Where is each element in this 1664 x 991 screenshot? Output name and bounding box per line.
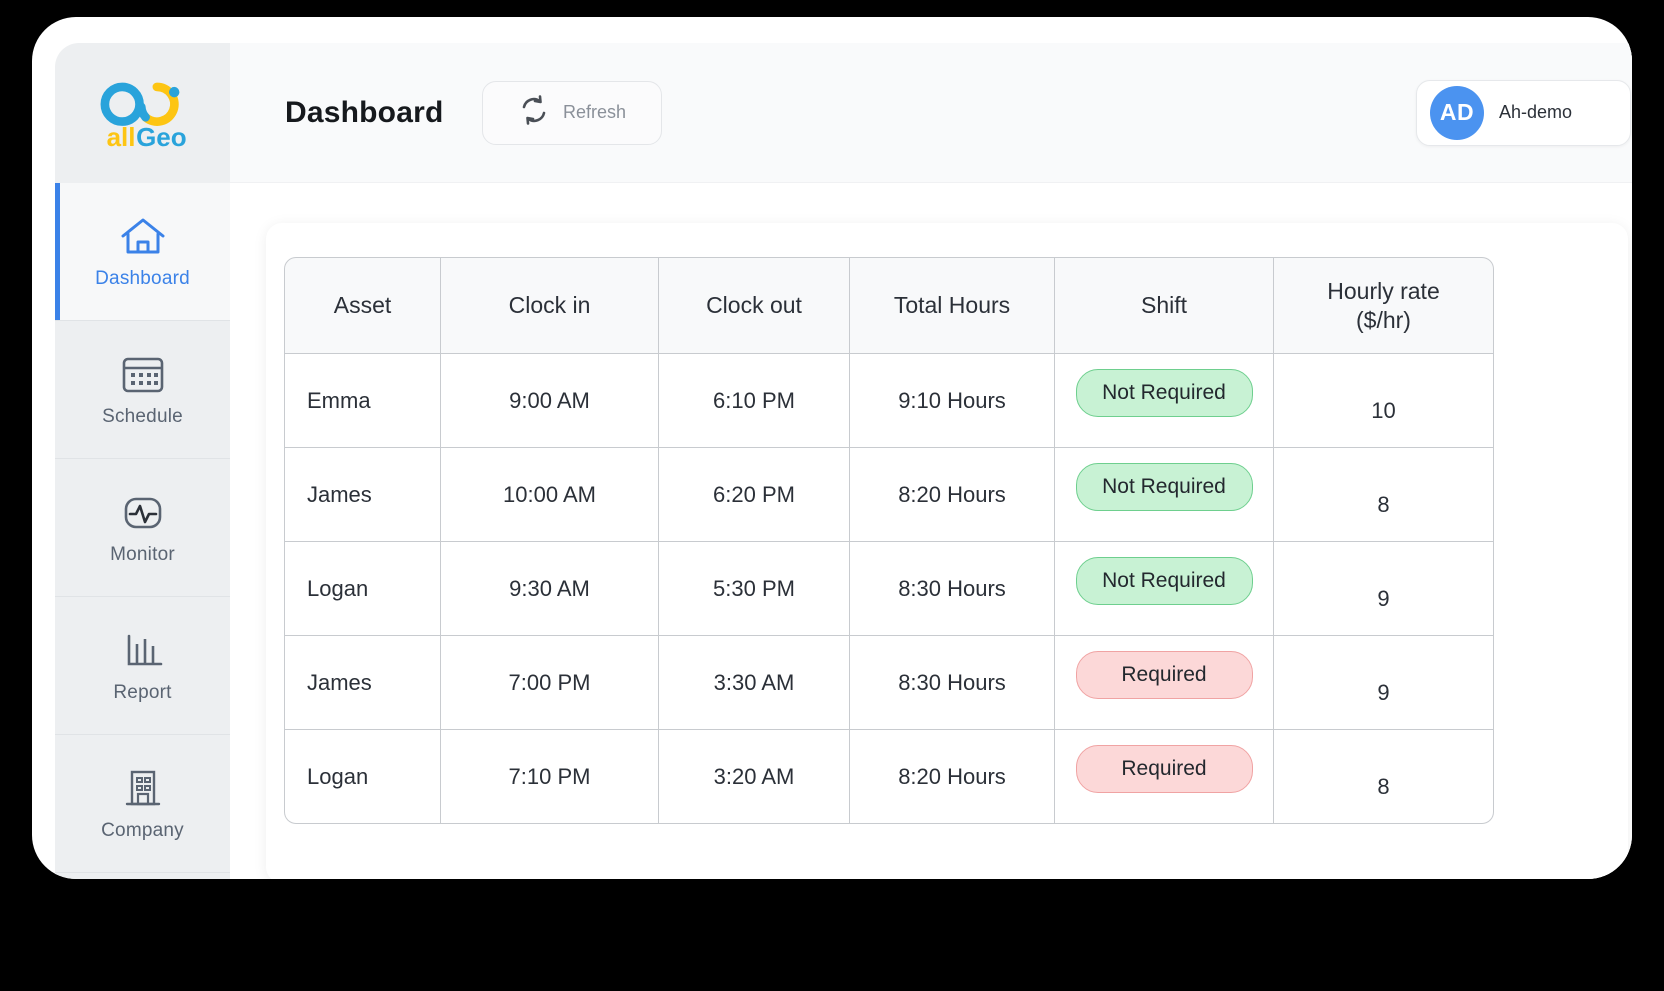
cell-clock-out: 6:20 PM <box>659 448 850 542</box>
hourly-rate-value: 8 <box>1377 773 1390 799</box>
hourly-rate-value: 8 <box>1377 491 1390 517</box>
refresh-button[interactable]: Refresh <box>481 80 662 145</box>
content-area: Asset Clock in Clock out Total Hours Shi… <box>230 183 1632 879</box>
sidebar-item-monitor[interactable]: Monitor <box>55 459 230 597</box>
timesheet-card: Asset Clock in Clock out Total Hours Shi… <box>266 223 1628 879</box>
cell-clock-in: 10:00 AM <box>441 448 659 542</box>
column-header-hourly-rate[interactable]: Hourly rate ($/hr) <box>1274 257 1494 354</box>
sidebar: all Geo Dashboard Schedule Monitor Repor… <box>55 43 230 879</box>
cell-clock-in: 7:00 PM <box>441 636 659 730</box>
cell-clock-out: 3:20 AM <box>659 730 850 824</box>
status-badge: Not Required <box>1075 368 1253 417</box>
page-title: Dashboard <box>285 95 444 129</box>
screen-root: all Geo Dashboard Schedule Monitor Repor… <box>0 0 1664 991</box>
sidebar-item-schedule[interactable]: Schedule <box>55 321 230 459</box>
hourly-rate-value: 9 <box>1377 585 1390 611</box>
hourly-rate-line2: ($/hr) <box>1356 306 1411 333</box>
cell-clock-in: 9:30 AM <box>441 542 659 636</box>
cell-clock-in: 9:00 AM <box>441 354 659 448</box>
avatar: AD <box>1430 85 1484 140</box>
table-row: James 10:00 AM 6:20 PM 8:20 Hours Not Re… <box>284 448 1494 542</box>
status-badge: Required <box>1075 744 1253 793</box>
column-header-clock-in[interactable]: Clock in <box>441 257 659 354</box>
cell-shift: Not Required <box>1055 448 1274 542</box>
refresh-button-label: Refresh <box>562 102 627 122</box>
cell-hourly-rate: 9 <box>1274 636 1494 730</box>
table-row: Logan 7:10 PM 3:20 AM 8:20 Hours Require… <box>284 730 1494 824</box>
timesheet-table: Asset Clock in Clock out Total Hours Shi… <box>284 257 1494 824</box>
sidebar-item-label: Report <box>113 682 172 703</box>
cell-asset: James <box>284 636 441 730</box>
hourly-rate-value: 9 <box>1377 679 1390 705</box>
column-header-shift[interactable]: Shift <box>1055 257 1274 354</box>
status-badge: Not Required <box>1075 556 1253 605</box>
table-row: James 7:00 PM 3:30 AM 8:30 Hours Require… <box>284 636 1494 730</box>
cell-clock-out: 6:10 PM <box>659 354 850 448</box>
table-header: Asset Clock in Clock out Total Hours Shi… <box>284 257 1494 354</box>
sidebar-item-dashboard[interactable]: Dashboard <box>55 183 230 321</box>
cell-total-hours: 9:10 Hours <box>850 354 1055 448</box>
cell-total-hours: 8:30 Hours <box>850 542 1055 636</box>
sidebar-item-label: Schedule <box>102 406 183 427</box>
sidebar-item-label: Company <box>101 820 184 841</box>
sidebar-item-label: Monitor <box>110 544 175 565</box>
column-header-clock-out[interactable]: Clock out <box>659 257 850 354</box>
calendar-icon <box>120 351 166 399</box>
status-badge: Required <box>1075 650 1253 699</box>
svg-text:Geo: Geo <box>136 122 187 151</box>
app-window: all Geo Dashboard Schedule Monitor Repor… <box>32 17 1632 879</box>
cell-clock-in: 7:10 PM <box>441 730 659 824</box>
allgeo-logo-icon: all Geo <box>100 83 187 152</box>
cell-asset: Emma <box>284 354 441 448</box>
main-area: Dashboard Refresh AD Ah-demo Asset Clock… <box>230 43 1632 879</box>
user-name: Ah-demo <box>1499 102 1573 122</box>
activity-pulse-icon <box>119 489 167 537</box>
cell-hourly-rate: 8 <box>1274 448 1494 542</box>
user-menu[interactable]: AD Ah-demo <box>1416 79 1631 146</box>
top-bar: Dashboard Refresh AD Ah-demo <box>230 43 1632 183</box>
sidebar-item-company[interactable]: Company <box>55 735 230 873</box>
cell-hourly-rate: 10 <box>1274 354 1494 448</box>
cell-clock-out: 3:30 AM <box>659 636 850 730</box>
svg-text:all: all <box>106 122 135 151</box>
hourly-rate-value: 10 <box>1371 397 1396 423</box>
sidebar-item-label: Dashboard <box>95 268 190 289</box>
table-row: Logan 9:30 AM 5:30 PM 8:30 Hours Not Req… <box>284 542 1494 636</box>
brand-logo[interactable]: all Geo <box>55 43 230 183</box>
cell-total-hours: 8:20 Hours <box>850 730 1055 824</box>
table-body: Emma 9:00 AM 6:10 PM 9:10 Hours Not Requ… <box>284 354 1494 824</box>
cell-asset: James <box>284 448 441 542</box>
column-header-total-hours[interactable]: Total Hours <box>850 257 1055 354</box>
home-icon <box>119 213 167 261</box>
column-header-asset[interactable]: Asset <box>284 257 441 354</box>
cell-hourly-rate: 9 <box>1274 542 1494 636</box>
building-icon <box>120 765 166 813</box>
cell-shift: Not Required <box>1055 354 1274 448</box>
table-row: Emma 9:00 AM 6:10 PM 9:10 Hours Not Requ… <box>284 354 1494 448</box>
cell-hourly-rate: 8 <box>1274 730 1494 824</box>
cell-total-hours: 8:20 Hours <box>850 448 1055 542</box>
table-header-row: Asset Clock in Clock out Total Hours Shi… <box>284 257 1494 354</box>
cell-clock-out: 5:30 PM <box>659 542 850 636</box>
hourly-rate-line1: Hourly rate <box>1327 277 1440 304</box>
cell-shift: Required <box>1055 730 1274 824</box>
cell-shift: Required <box>1055 636 1274 730</box>
status-badge: Not Required <box>1075 462 1253 511</box>
cell-asset: Logan <box>284 730 441 824</box>
refresh-sync-icon <box>517 93 551 132</box>
cell-total-hours: 8:30 Hours <box>850 636 1055 730</box>
sidebar-item-report[interactable]: Report <box>55 597 230 735</box>
bar-chart-icon <box>121 627 165 675</box>
cell-shift: Not Required <box>1055 542 1274 636</box>
cell-asset: Logan <box>284 542 441 636</box>
